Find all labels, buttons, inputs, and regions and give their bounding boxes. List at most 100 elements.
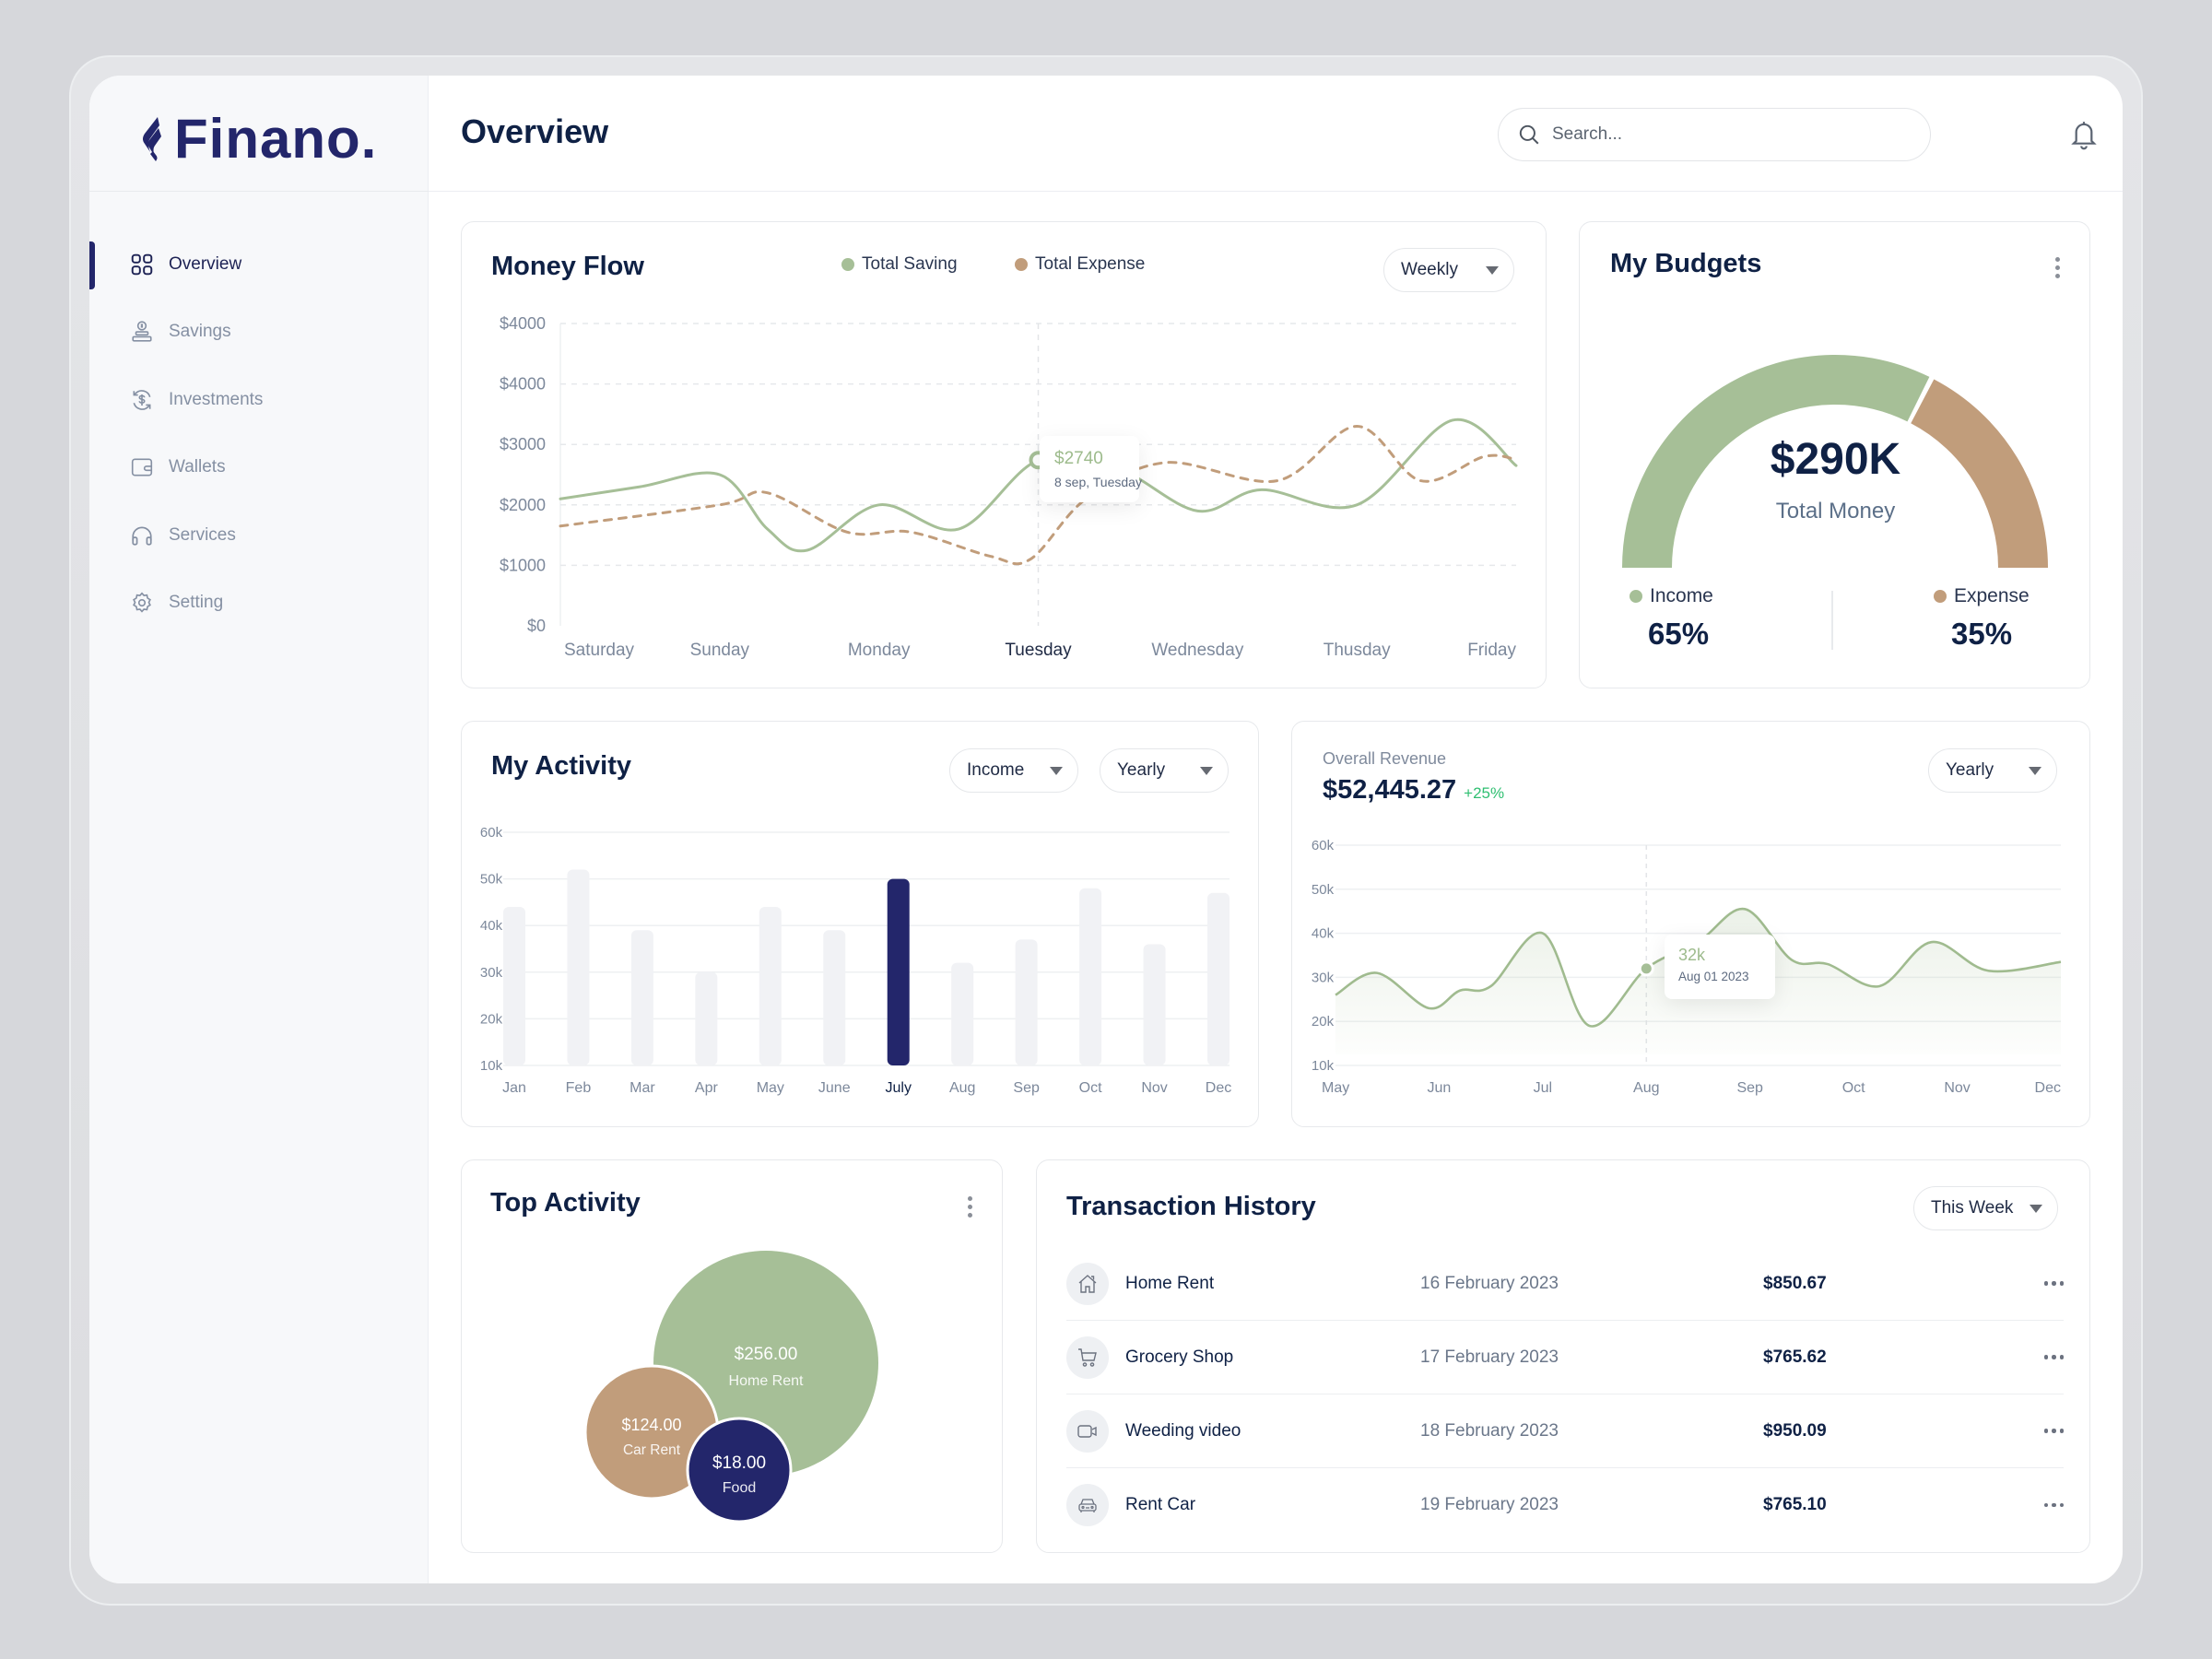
sidebar-item-investments[interactable]: Investments [89,366,429,434]
brand-name: Finano. [174,108,378,170]
x-tick-label: Saturday [564,641,635,660]
bar-oct [1079,888,1102,1065]
sidebar-nav: Overview Savings Investments Wallets Ser… [89,230,429,637]
y-tick-label: 50k [480,872,503,888]
bell-icon[interactable] [2068,118,2100,151]
x-tick-label: May [1322,1080,1349,1096]
transaction-name: Grocery Shop [1125,1347,1234,1367]
x-tick-label: Aug [949,1080,975,1096]
bubble-label: Food [723,1480,756,1496]
transaction-icon-wrap [1066,1262,1109,1305]
brand-logo[interactable]: Finano. [137,107,377,171]
transaction-icon-wrap [1066,1409,1109,1453]
more-horizontal-icon[interactable] [2043,1423,2064,1439]
x-tick-label: Jun [1428,1080,1452,1096]
y-tick-label: $1000 [500,556,546,574]
bubble-amount: $256.00 [735,1345,798,1364]
video-icon [1077,1424,1097,1438]
x-tick-label: Feb [566,1080,592,1096]
transaction-period-dropdown[interactable]: This Week [1913,1186,2058,1230]
bar-apr [695,971,718,1065]
transaction-amount: $950.09 [1763,1420,1827,1441]
overall-revenue-card: Overall Revenue $52,445.27 +25% Yearly 1… [1291,721,2090,1127]
transaction-name: Home Rent [1125,1273,1215,1293]
search-icon [1519,124,1539,145]
y-tick-label: $0 [527,617,546,635]
more-horizontal-icon[interactable] [2043,1498,2064,1513]
transaction-period-value: This Week [1931,1198,2014,1218]
x-tick-label: Nov [1141,1080,1167,1096]
top-activity-bubble-chart: $256.00 Home Rent $124.00 Car Rent $18.00 Foo… [583,1251,878,1524]
y-tick-label: 20k [1312,1014,1335,1030]
sidebar-item-setting[interactable]: Setting [89,570,429,638]
legend-dot-income [1630,590,1642,603]
budget-total-label: Total Money [1775,499,1896,524]
y-tick-label: 10k [1312,1058,1335,1074]
more-horizontal-icon[interactable] [2043,1349,2064,1365]
transaction-row[interactable]: Grocery Shop 17 February 2023 $765.62 [1066,1321,2064,1394]
transaction-name: Weeding video [1125,1420,1241,1441]
tooltip-value: $2740 [1054,449,1103,468]
gear-icon [133,592,151,613]
x-tick-label: Sep [1013,1080,1040,1096]
wallet-icon [131,458,153,477]
x-tick-label: Wednesday [1151,641,1243,660]
y-tick-label: $2000 [500,496,546,514]
money-flow-chart: $0 $1000 $2000 $3000 $4000 $4000 Saturday Sunda… [500,314,1518,660]
x-tick-label: Nov [1944,1080,1970,1096]
y-tick-label: 30k [480,965,503,981]
transaction-row[interactable]: Home Rent 16 February 2023 $850.67 [1066,1247,2064,1321]
sidebar-item-label: Wallets [169,457,226,477]
budget-total: $290K [1770,435,1901,484]
revenue-tooltip: 32k Aug 01 2023 [1665,935,1775,999]
transaction-date: 18 February 2023 [1420,1420,1559,1441]
y-tick-label: 60k [1312,838,1335,853]
x-tick-label: Friday [1467,641,1516,660]
transaction-row[interactable]: Rent Car 19 February 2023 $765.10 [1066,1468,2064,1542]
sidebar-item-label: Savings [169,322,231,342]
bar-aug [951,962,974,1065]
y-tick-label: 20k [480,1011,503,1027]
bar-june [823,930,846,1065]
my-budgets-card: My Budgets $290K Total Money Income 65% … [1579,221,2090,688]
transaction-row[interactable]: Weeding video 18 February 2023 $950.09 [1066,1394,2064,1468]
y-tick-label: $4000 [500,314,546,333]
money-flow-tooltip: $2740 8 sep, Tuesday [1040,436,1142,502]
x-tick-label: Monday [848,641,911,660]
y-tick-label: $4000 [500,375,546,394]
transaction-amount: $765.10 [1763,1495,1827,1514]
y-tick-label: $3000 [500,435,546,453]
x-tick-label: Oct [1079,1080,1102,1096]
home-icon [1078,1274,1097,1293]
activity-bar-chart: 10k 20k 30k 40k 50k 60k Jan Feb Mar Apr May June Jul… [480,825,1231,1096]
transaction-date: 16 February 2023 [1420,1273,1559,1293]
x-tick-label: Tuesday [1005,641,1072,660]
sidebar-item-label: Services [169,524,236,545]
sidebar-item-services[interactable]: Services [89,501,429,570]
income-percent: 65% [1648,617,1710,651]
transaction-history-card: Transaction History This Week Home Rent … [1036,1159,2090,1553]
search-input[interactable] [1552,124,1902,145]
sidebar-item-label: Investments [169,389,264,409]
more-horizontal-icon[interactable] [2043,1276,2064,1291]
sidebar-item-overview[interactable]: Overview [89,230,429,299]
caret-down-icon [2030,1204,2042,1213]
transaction-date: 17 February 2023 [1420,1347,1559,1367]
sidebar-divider [89,191,429,192]
cart-icon [1078,1347,1097,1367]
my-activity-card: My Activity Income Yearly 10k 20k 30k 40k 50… [461,721,1259,1127]
sidebar-item-wallets[interactable]: Wallets [89,434,429,502]
y-tick-label: 30k [1312,970,1335,985]
x-tick-label: Oct [1842,1080,1865,1096]
sidebar-item-savings[interactable]: Savings [89,299,429,367]
sidebar-item-label: Setting [169,593,224,613]
y-tick-label: 60k [480,825,503,841]
search-box[interactable] [1498,108,1931,161]
top-header: Overview [429,76,2123,192]
bubble-amount: $124.00 [621,1416,681,1434]
transaction-name: Rent Car [1125,1495,1196,1514]
page-title: Overview [461,112,609,150]
budget-divider [1831,591,1833,650]
more-options-icon[interactable] [2048,253,2066,281]
x-tick-label: Apr [695,1080,719,1096]
